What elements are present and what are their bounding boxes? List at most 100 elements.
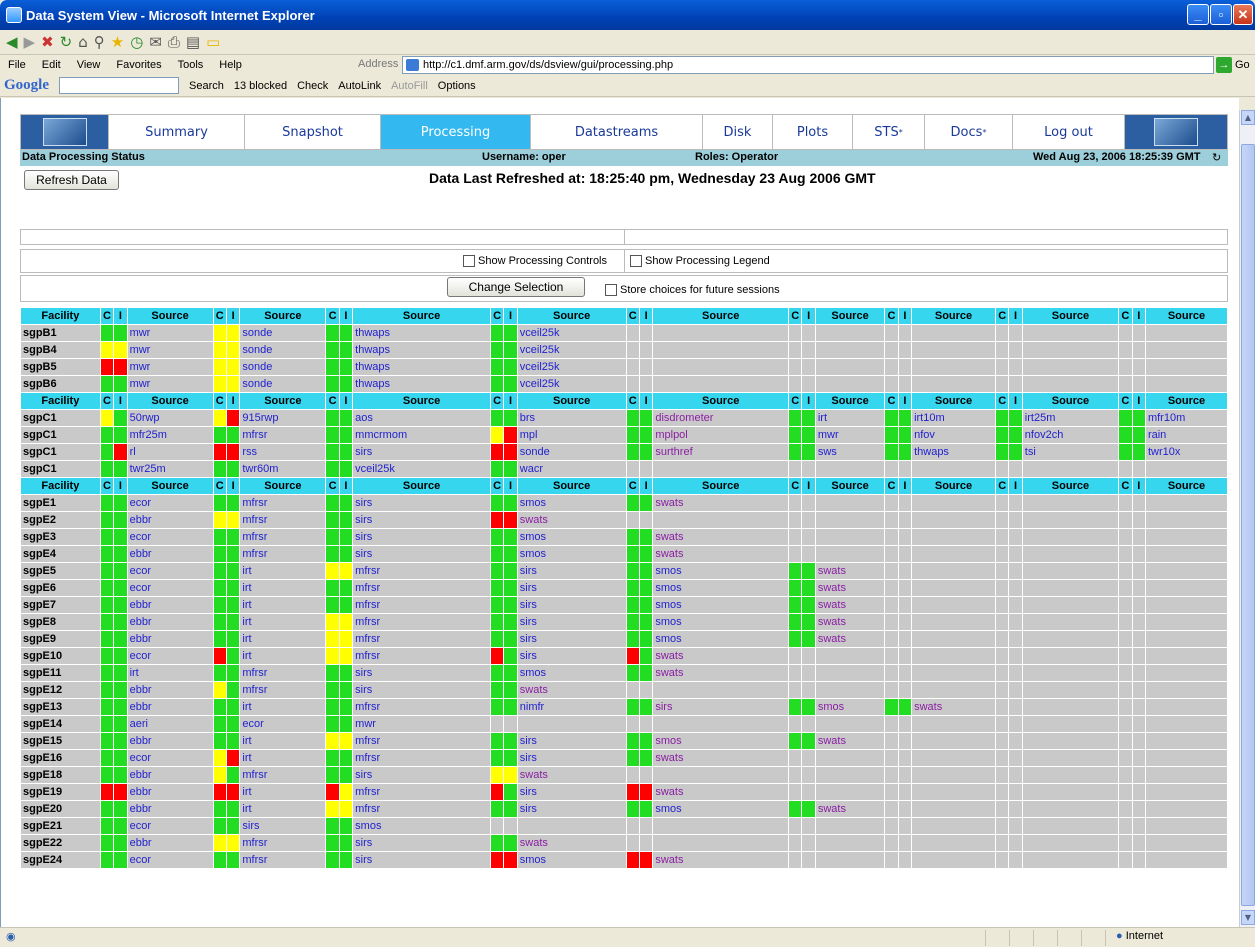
google-search-input[interactable] [59,77,179,94]
source-link[interactable]: ebbr [127,767,213,783]
edit-icon[interactable]: ▤ [186,33,200,51]
source-link[interactable]: rain [1145,427,1227,443]
source-link[interactable]: swats [815,563,885,579]
source-link[interactable]: irt [815,410,885,426]
source-link[interactable]: ecor [127,529,213,545]
menu-favorites[interactable]: Favorites [108,59,169,71]
tab-processing[interactable]: Processing [381,115,531,149]
show-legend-checkbox[interactable] [630,255,642,268]
source-link[interactable]: mfr25m [127,427,213,443]
source-link[interactable]: brs [517,410,626,426]
close-button[interactable]: ✕ [1233,4,1253,25]
stop-icon[interactable]: ✖ [41,33,54,51]
tab-summary[interactable]: Summary [109,115,245,149]
menu-tools[interactable]: Tools [170,59,212,71]
history-icon[interactable]: ◷ [130,33,143,51]
source-link[interactable]: irt25m [1022,410,1119,426]
source-link[interactable]: swats [517,835,626,851]
source-link[interactable]: ecor [127,852,213,868]
source-link[interactable]: ecor [127,495,213,511]
source-link[interactable]: mfr10m [1145,410,1227,426]
source-link[interactable]: sirs [517,563,626,579]
source-link[interactable]: sirs [517,580,626,596]
source-link[interactable]: sirs [517,750,626,766]
source-link[interactable]: sonde [240,342,326,358]
source-link[interactable]: smos [653,631,789,647]
source-link[interactable]: irt [240,580,326,596]
source-link[interactable]: mfrsr [240,852,326,868]
source-link[interactable]: swats [912,699,995,715]
source-link[interactable]: sirs [240,818,326,834]
popup-blocked-count[interactable]: 13 blocked [234,80,287,92]
source-link[interactable]: smos [517,546,626,562]
vertical-scrollbar[interactable]: ▲ ▼ [1239,110,1255,927]
source-link[interactable]: nfov [912,427,995,443]
show-controls-option[interactable]: Show Processing Controls [463,255,607,268]
source-link[interactable]: swats [815,631,885,647]
options-button[interactable]: Options [438,80,476,92]
source-link[interactable]: ecor [240,716,326,732]
source-link[interactable]: smos [517,495,626,511]
source-link[interactable]: nfov2ch [1022,427,1119,443]
source-link[interactable]: ebbr [127,546,213,562]
source-link[interactable]: mfrsr [240,682,326,698]
source-link[interactable]: sirs [653,699,789,715]
source-link[interactable]: ecor [127,750,213,766]
minimize-button[interactable]: _ [1187,4,1209,25]
maximize-button[interactable]: ▫ [1210,4,1232,25]
source-link[interactable]: mfrsr [240,495,326,511]
source-link[interactable]: sirs [517,648,626,664]
source-link[interactable]: smos [653,563,789,579]
source-link[interactable]: vceil25k [517,376,626,392]
source-link[interactable]: sws [815,444,885,460]
source-link[interactable]: irt [127,665,213,681]
search-icon[interactable]: ⚲ [94,33,105,51]
source-link[interactable]: swats [815,580,885,596]
source-link[interactable]: sirs [353,444,490,460]
source-link[interactable]: ebbr [127,835,213,851]
source-link[interactable]: ebbr [127,733,213,749]
tab-logout[interactable]: Log out [1013,115,1125,149]
source-link[interactable]: sirs [353,529,490,545]
source-link[interactable]: swats [815,801,885,817]
source-link[interactable]: mfrsr [240,767,326,783]
source-link[interactable]: thwaps [912,444,995,460]
source-link[interactable]: ebbr [127,597,213,613]
source-link[interactable]: swats [815,614,885,630]
source-link[interactable]: disdrometer [653,410,789,426]
source-link[interactable]: ebbr [127,699,213,715]
tab-disk[interactable]: Disk [703,115,773,149]
source-link[interactable]: nimfr [517,699,626,715]
source-link[interactable]: vceil25k [517,325,626,341]
source-link[interactable]: mwr [127,342,213,358]
print-icon[interactable]: ⎙ [168,33,180,51]
source-link[interactable]: swats [653,750,789,766]
tab-plots[interactable]: Plots [773,115,853,149]
source-link[interactable]: sirs [517,784,626,800]
tab-snapshot[interactable]: Snapshot [245,115,381,149]
source-link[interactable]: irt [240,597,326,613]
source-link[interactable]: thwaps [353,359,490,375]
source-link[interactable]: sirs [353,665,490,681]
source-link[interactable]: sirs [353,767,490,783]
source-link[interactable]: ebbr [127,682,213,698]
source-link[interactable]: irt [240,801,326,817]
change-selection-button[interactable]: Change Selection [447,277,585,297]
source-link[interactable]: irt [240,750,326,766]
source-link[interactable]: ebbr [127,512,213,528]
source-link[interactable]: mfrsr [353,801,490,817]
source-link[interactable]: swats [517,512,626,528]
source-link[interactable]: sonde [517,444,626,460]
source-link[interactable]: mfrsr [353,580,490,596]
source-link[interactable]: swats [653,784,789,800]
source-link[interactable]: mfrsr [240,427,326,443]
source-link[interactable]: smos [517,852,626,868]
source-link[interactable]: swats [653,529,789,545]
store-choices-option[interactable]: Store choices for future sessions [605,284,780,297]
source-link[interactable]: sonde [240,325,326,341]
source-link[interactable]: mmcrmom [353,427,490,443]
source-link[interactable]: mfrsr [353,597,490,613]
refresh-icon[interactable]: ↻ [60,33,73,51]
source-link[interactable]: sirs [353,546,490,562]
source-link[interactable]: swats [517,767,626,783]
